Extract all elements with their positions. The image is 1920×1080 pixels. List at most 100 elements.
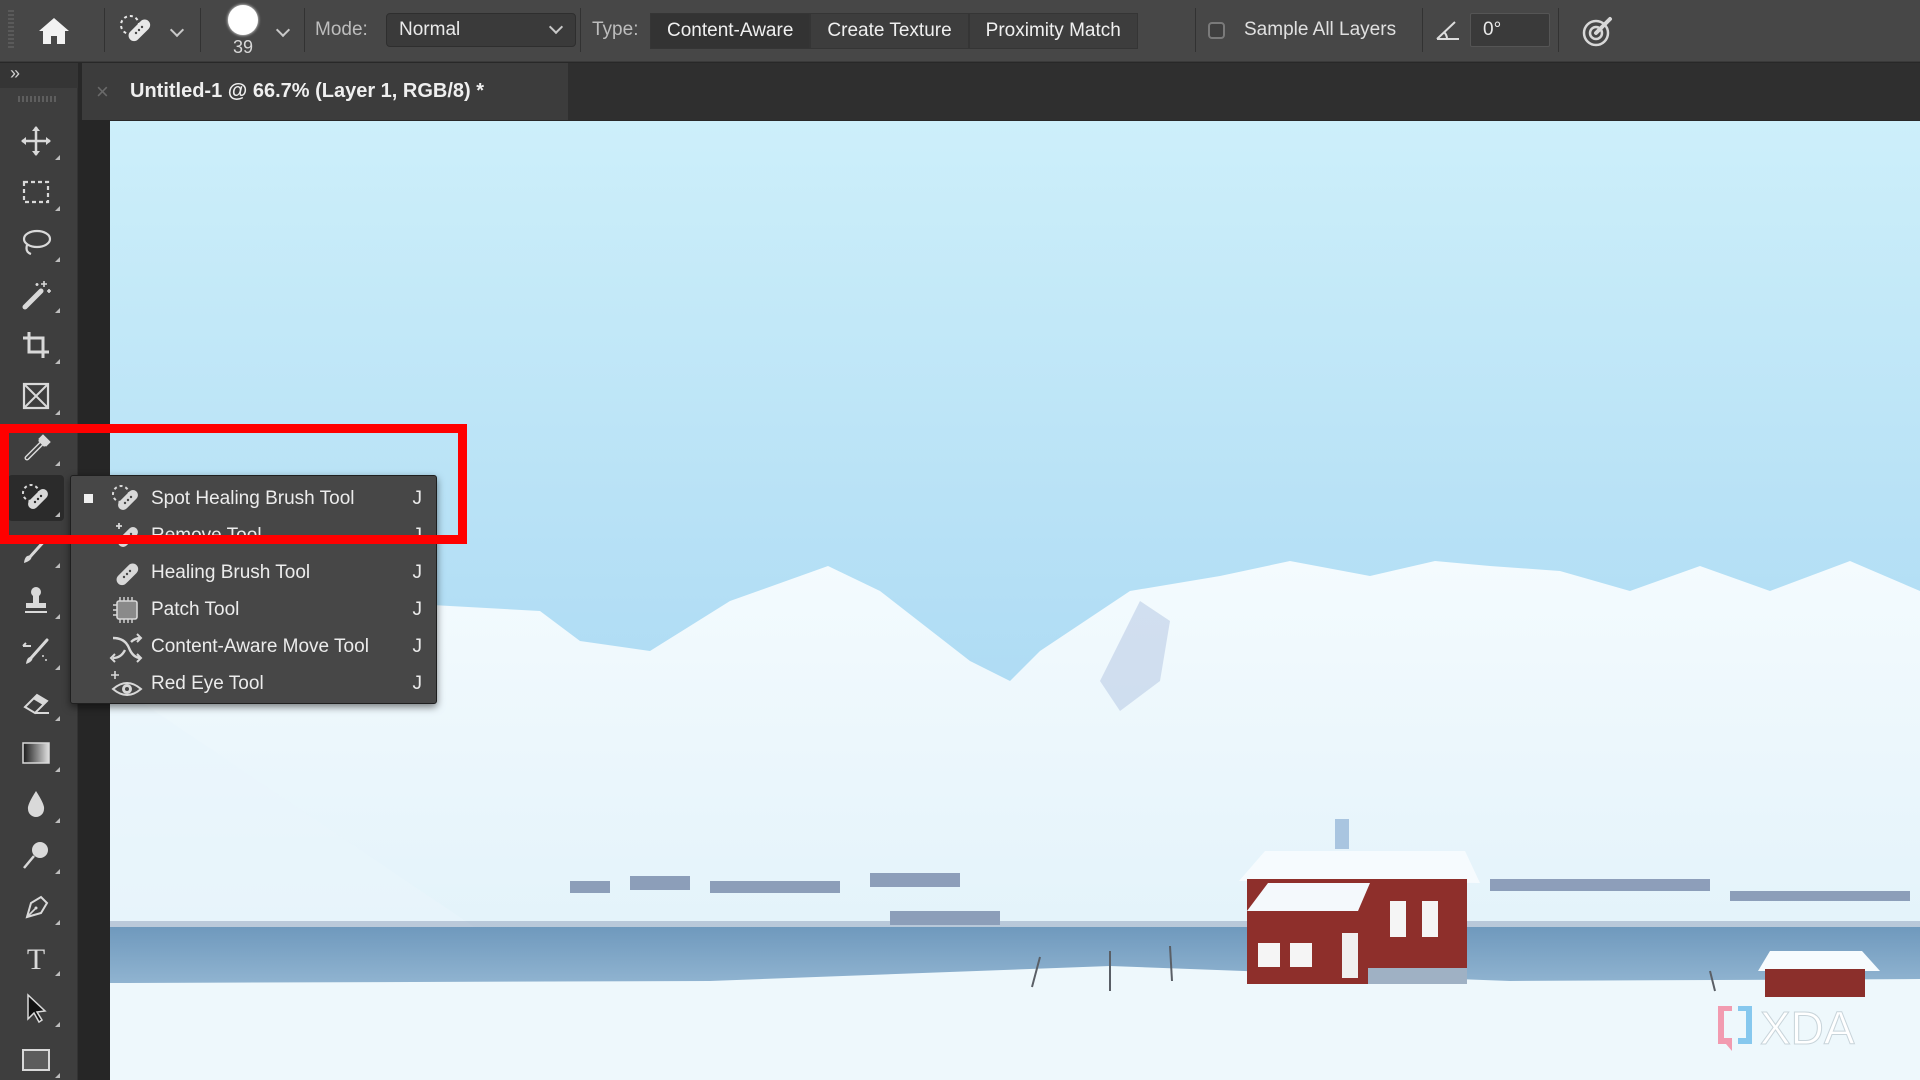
flyout-item-patch-tool[interactable]: Patch Tool J <box>71 591 436 628</box>
tool-group-indicator-icon <box>55 206 60 211</box>
sample-all-layers-checkbox[interactable] <box>1208 22 1225 39</box>
move-icon <box>21 126 51 156</box>
pen-tool[interactable] <box>8 883 64 929</box>
tool-group-indicator-icon <box>55 869 60 874</box>
chevron-down-icon <box>548 19 564 35</box>
mode-select[interactable]: Normal <box>386 13 576 47</box>
document-tab-title: Untitled-1 @ 66.7% (Layer 1, RGB/8) * <box>130 80 485 102</box>
toolbar-grip[interactable] <box>18 96 58 102</box>
tool-group-indicator-icon <box>55 665 60 670</box>
healing-brush-icon <box>116 563 139 585</box>
flyout-item-red-eye-tool[interactable]: Red Eye Tool J <box>71 665 436 702</box>
options-bar-grip[interactable] <box>8 10 14 50</box>
close-tab-icon[interactable]: × <box>96 79 116 105</box>
type-label: Type: <box>592 19 639 40</box>
type-segmented-control: Content-Aware Create Texture Proximity M… <box>650 13 1138 49</box>
eraser-tool[interactable] <box>8 679 64 725</box>
tool-group-indicator-icon <box>55 308 60 313</box>
frame-tool[interactable] <box>8 373 64 419</box>
document-tab-bar: × Untitled-1 @ 66.7% (Layer 1, RGB/8) * <box>82 63 1920 120</box>
gradient-tool[interactable] <box>8 730 64 776</box>
annotation-highlight-box <box>0 424 467 544</box>
small-red-shed <box>1758 951 1880 997</box>
svg-text:T: T <box>27 943 45 974</box>
type-content-aware-button[interactable]: Content-Aware <box>650 13 811 49</box>
flyout-item-shortcut: J <box>412 598 423 620</box>
arrow-icon <box>27 993 47 1024</box>
lasso-tool[interactable] <box>8 220 64 266</box>
mode-select-value: Normal <box>399 19 461 40</box>
flyout-item-shortcut: J <box>412 672 423 694</box>
xda-watermark-text: XDA <box>1760 1002 1855 1054</box>
history-brush-tool[interactable] <box>8 628 64 674</box>
path-selection-tool[interactable] <box>8 985 64 1031</box>
type-proximity-match-button[interactable]: Proximity Match <box>968 13 1138 49</box>
type-tool[interactable]: T <box>8 934 64 980</box>
brush-size-dropdown-chevron-icon[interactable] <box>275 22 291 38</box>
tool-group-indicator-icon <box>55 614 60 619</box>
history-brush-icon <box>22 638 49 664</box>
tool-group-indicator-icon <box>55 920 60 925</box>
blur-tool[interactable] <box>8 781 64 827</box>
brush-size-picker[interactable]: 39 <box>224 2 262 60</box>
xda-bracket-right <box>1738 1006 1752 1044</box>
clone-stamp-tool[interactable] <box>8 577 64 623</box>
tool-group-indicator-icon <box>55 563 60 568</box>
content-aware-move-icon <box>109 632 143 663</box>
tool-preset-dropdown-chevron-icon[interactable] <box>169 22 185 38</box>
gradient-icon <box>22 742 50 764</box>
tool-group-indicator-icon <box>55 818 60 823</box>
crop-icon <box>23 332 49 358</box>
angle-icon <box>1434 16 1462 44</box>
tools-panel: T <box>0 88 78 1080</box>
document-tab[interactable]: × Untitled-1 @ 66.7% (Layer 1, RGB/8) * <box>82 63 568 120</box>
snow-foreground <box>110 966 1920 1080</box>
flyout-item-label: Patch Tool <box>151 598 240 620</box>
flyout-item-label: Healing Brush Tool <box>151 561 311 583</box>
xda-bracket-left <box>1718 1006 1732 1051</box>
tool-group-indicator-icon <box>55 359 60 364</box>
pressure-size-icon <box>1582 17 1612 47</box>
type-create-texture-button[interactable]: Create Texture <box>810 13 969 49</box>
xda-watermark: XDA <box>1714 996 1914 1056</box>
flyout-item-shortcut: J <box>412 561 423 583</box>
tool-group-indicator-icon <box>55 257 60 262</box>
angle-input[interactable]: 0° <box>1470 13 1550 47</box>
tool-group-indicator-icon <box>55 1073 60 1078</box>
crop-tool[interactable] <box>8 322 64 368</box>
brush-size-value: 39 <box>232 36 254 57</box>
mode-label: Mode: <box>315 19 368 40</box>
type-icon: T <box>27 943 45 974</box>
marquee-icon <box>22 180 50 204</box>
tool-group-indicator-icon <box>55 767 60 772</box>
brush-tip-preview-icon <box>228 4 258 35</box>
flyout-item-content-aware-move-tool[interactable]: Content-Aware Move Tool J <box>71 628 436 665</box>
rectangle-tool[interactable] <box>8 1036 64 1080</box>
home-button[interactable] <box>34 12 74 50</box>
tool-preset-picker[interactable] <box>114 10 158 50</box>
rectangle-icon <box>22 1049 50 1071</box>
magic-wand-tool[interactable] <box>8 271 64 317</box>
tool-group-indicator-icon <box>55 155 60 160</box>
magic-wand-icon <box>22 281 51 310</box>
tool-group-indicator-icon <box>55 716 60 721</box>
lasso-icon <box>22 229 52 256</box>
angle-value: 0° <box>1483 19 1502 40</box>
toolbar-header: » <box>0 63 78 88</box>
move-tool[interactable] <box>8 118 64 164</box>
options-bar: 39 Mode: Normal Type: Content-Aware Crea… <box>0 0 1920 62</box>
eraser-icon <box>23 693 49 715</box>
flyout-item-healing-brush-tool[interactable]: Healing Brush Tool J <box>71 554 436 591</box>
pressure-size-button[interactable] <box>1578 12 1618 50</box>
home-icon <box>39 18 69 44</box>
patch-icon <box>113 596 138 623</box>
rectangular-marquee-tool[interactable] <box>8 169 64 215</box>
sample-all-layers-label: Sample All Layers <box>1244 19 1397 40</box>
flyout-item-label: Content-Aware Move Tool <box>151 635 369 657</box>
stamp-icon <box>25 587 47 613</box>
tool-group-indicator-icon <box>55 971 60 976</box>
dodge-tool[interactable] <box>8 832 64 878</box>
collapse-panels-button[interactable]: » <box>10 63 20 84</box>
dodge-icon <box>23 842 48 869</box>
red-eye-icon <box>111 670 143 696</box>
